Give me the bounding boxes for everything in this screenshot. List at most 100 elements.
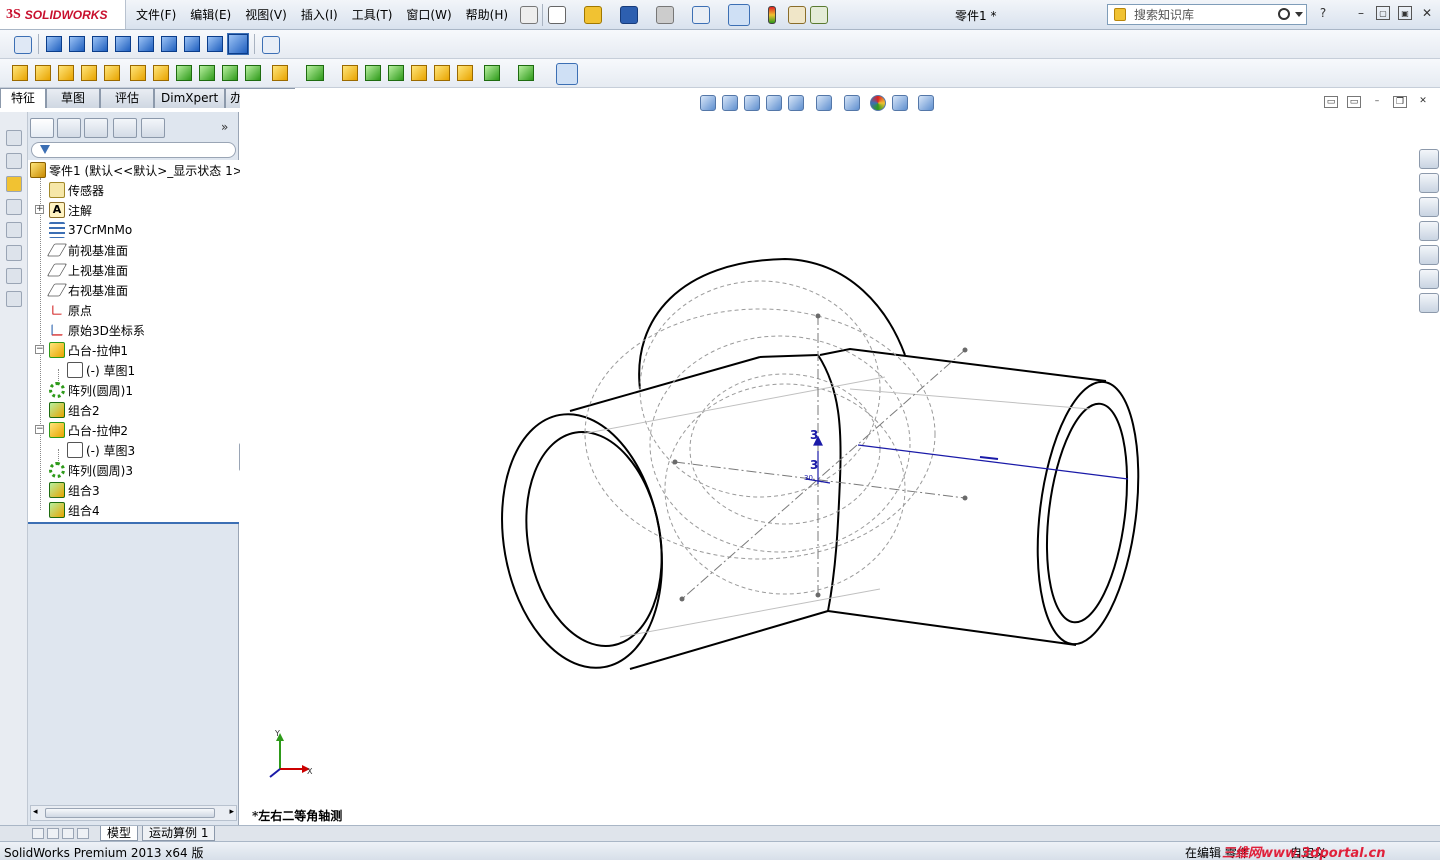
extruded-cut-icon[interactable]	[104, 65, 120, 81]
reference-geometry-icon[interactable]	[457, 65, 473, 81]
menu-help[interactable]: 帮助(H)	[466, 6, 508, 23]
tab-motion-study-1[interactable]: 运动算例 1	[142, 826, 216, 841]
first-tab-icon[interactable]	[32, 828, 44, 839]
tile-icon[interactable]: ▣	[1398, 6, 1412, 20]
strip-tool-icon[interactable]	[6, 130, 22, 146]
lofted-cut-icon[interactable]	[199, 65, 215, 81]
view-bottom-icon[interactable]	[161, 36, 177, 52]
scroll-right-icon[interactable]: ▸	[229, 807, 234, 817]
view-top-icon[interactable]	[138, 36, 154, 52]
rebuild-traffic-light-icon[interactable]	[768, 6, 776, 24]
view-dimetric-icon[interactable]	[227, 33, 249, 55]
solidworks-logo[interactable]: 3S SOLIDWORKS	[0, 0, 126, 29]
tree-item-sketch-3[interactable]: (-) 草图3	[67, 440, 135, 460]
tree-item-origin[interactable]: 原点	[49, 300, 92, 320]
menu-insert[interactable]: 插入(I)	[301, 6, 338, 23]
tree-item-circular-pattern-1[interactable]: 阵列(圆周)1	[49, 380, 133, 400]
tree-filter-input[interactable]	[31, 142, 236, 158]
menu-window[interactable]: 窗口(W)	[406, 6, 451, 23]
wrap-icon[interactable]	[388, 65, 404, 81]
tab-features[interactable]: 特征	[0, 88, 47, 108]
tree-item-circular-pattern-3[interactable]: 阵列(圆周)3	[49, 460, 133, 480]
feature-manager-tab-icon[interactable]	[30, 118, 54, 138]
tree-expander[interactable]: −	[35, 345, 44, 354]
tree-horizontal-scrollbar[interactable]: ◂ ▸	[30, 805, 237, 821]
shell-icon[interactable]	[365, 65, 381, 81]
normal-to-icon[interactable]	[14, 36, 32, 54]
minimize-icon[interactable]: –	[1354, 6, 1368, 20]
tree-item-sensors[interactable]: 传感器	[49, 180, 104, 200]
display-manager-tab-icon[interactable]	[141, 118, 165, 138]
expand-panel-icon[interactable]: »	[221, 120, 228, 134]
tree-item-right-plane[interactable]: 右视基准面	[46, 280, 128, 300]
fillet-icon[interactable]	[222, 65, 238, 81]
model-view-svg[interactable]: 3 3 30 Y X	[240, 89, 1440, 825]
link-views-icon[interactable]	[262, 36, 280, 54]
open-folder-icon[interactable]	[584, 6, 602, 24]
view-right-icon[interactable]	[115, 36, 131, 52]
tree-item-combine-4[interactable]: 组合4	[49, 500, 100, 520]
tree-item-annotations[interactable]: A 注解	[49, 200, 92, 220]
tree-item-coordinate-system[interactable]: 原始3D坐标系	[49, 320, 145, 340]
chamfer-icon[interactable]	[245, 65, 261, 81]
menu-edit[interactable]: 编辑(E)	[190, 6, 231, 23]
strip-tool-icon[interactable]	[6, 153, 22, 169]
tab-dimxpert[interactable]: DimXpert	[154, 88, 226, 108]
curves-icon[interactable]	[484, 65, 500, 81]
tree-item-sketch-1[interactable]: (-) 草图1	[67, 360, 135, 380]
lofted-boss-icon[interactable]	[81, 65, 97, 81]
tree-item-boss-extrude-2[interactable]: 凸台-拉伸2	[49, 420, 128, 440]
new-document-icon[interactable]	[548, 6, 566, 24]
print-icon[interactable]	[656, 6, 674, 24]
graphics-area[interactable]: ▭ ▭ – ❐ ✕ 3 3 30 Y X *左右二等角轴测	[240, 89, 1440, 825]
tree-expander[interactable]: +	[35, 205, 44, 214]
tree-item-material[interactable]: 37CrMnMo	[49, 220, 132, 240]
strip-tool-icon[interactable]	[6, 268, 22, 284]
mirror-icon[interactable]	[434, 65, 450, 81]
restore-icon[interactable]: ▢	[1376, 6, 1390, 20]
revolved-cut-icon[interactable]	[153, 65, 169, 81]
view-isometric-icon[interactable]	[184, 36, 200, 52]
tree-item-front-plane[interactable]: 前视基准面	[46, 240, 128, 260]
tree-expander[interactable]: −	[35, 425, 44, 434]
tab-sketch[interactable]: 草图	[46, 88, 101, 108]
swept-cut-icon[interactable]	[176, 65, 192, 81]
rollback-bar[interactable]	[28, 522, 239, 524]
strip-tool-icon[interactable]	[6, 222, 22, 238]
tree-item-boss-extrude-1[interactable]: 凸台-拉伸1	[49, 340, 128, 360]
undo-icon[interactable]	[692, 6, 710, 24]
revolved-boss-icon[interactable]	[35, 65, 51, 81]
menu-tools[interactable]: 工具(T)	[352, 6, 393, 23]
scroll-thumb[interactable]	[45, 808, 215, 818]
menu-file[interactable]: 文件(F)	[136, 6, 176, 23]
draft-icon[interactable]	[342, 65, 358, 81]
configuration-manager-tab-icon[interactable]	[84, 118, 108, 138]
chevron-down-icon[interactable]	[1295, 12, 1303, 17]
tree-item-top-plane[interactable]: 上视基准面	[46, 260, 128, 280]
dome-icon[interactable]	[411, 65, 427, 81]
select-cursor-icon[interactable]	[728, 4, 750, 26]
search-icon[interactable]	[1278, 8, 1290, 20]
strip-tool-icon[interactable]	[6, 176, 22, 192]
strip-tool-icon[interactable]	[6, 199, 22, 215]
scroll-left-icon[interactable]: ◂	[33, 807, 38, 817]
view-back-icon[interactable]	[69, 36, 85, 52]
instant3d-toggle-icon[interactable]	[556, 63, 578, 85]
next-tab-icon[interactable]	[62, 828, 74, 839]
strip-tool-icon[interactable]	[6, 291, 22, 307]
file-properties-icon[interactable]	[788, 6, 806, 24]
view-trimetric-icon[interactable]	[207, 36, 223, 52]
menu-view[interactable]: 视图(V)	[245, 6, 287, 23]
save-icon[interactable]	[620, 6, 638, 24]
instant3d-icon[interactable]	[518, 65, 534, 81]
last-tab-icon[interactable]	[77, 828, 89, 839]
search-knowledge-base[interactable]: 搜索知识库	[1107, 4, 1307, 25]
tab-evaluate[interactable]: 评估	[100, 88, 155, 108]
rib-icon[interactable]	[272, 65, 288, 81]
hole-wizard-icon[interactable]	[130, 65, 146, 81]
dimxpert-manager-tab-icon[interactable]	[113, 118, 137, 138]
previous-tab-icon[interactable]	[47, 828, 59, 839]
swept-boss-icon[interactable]	[58, 65, 74, 81]
options-icon[interactable]	[810, 6, 828, 24]
view-front-icon[interactable]	[46, 36, 62, 52]
